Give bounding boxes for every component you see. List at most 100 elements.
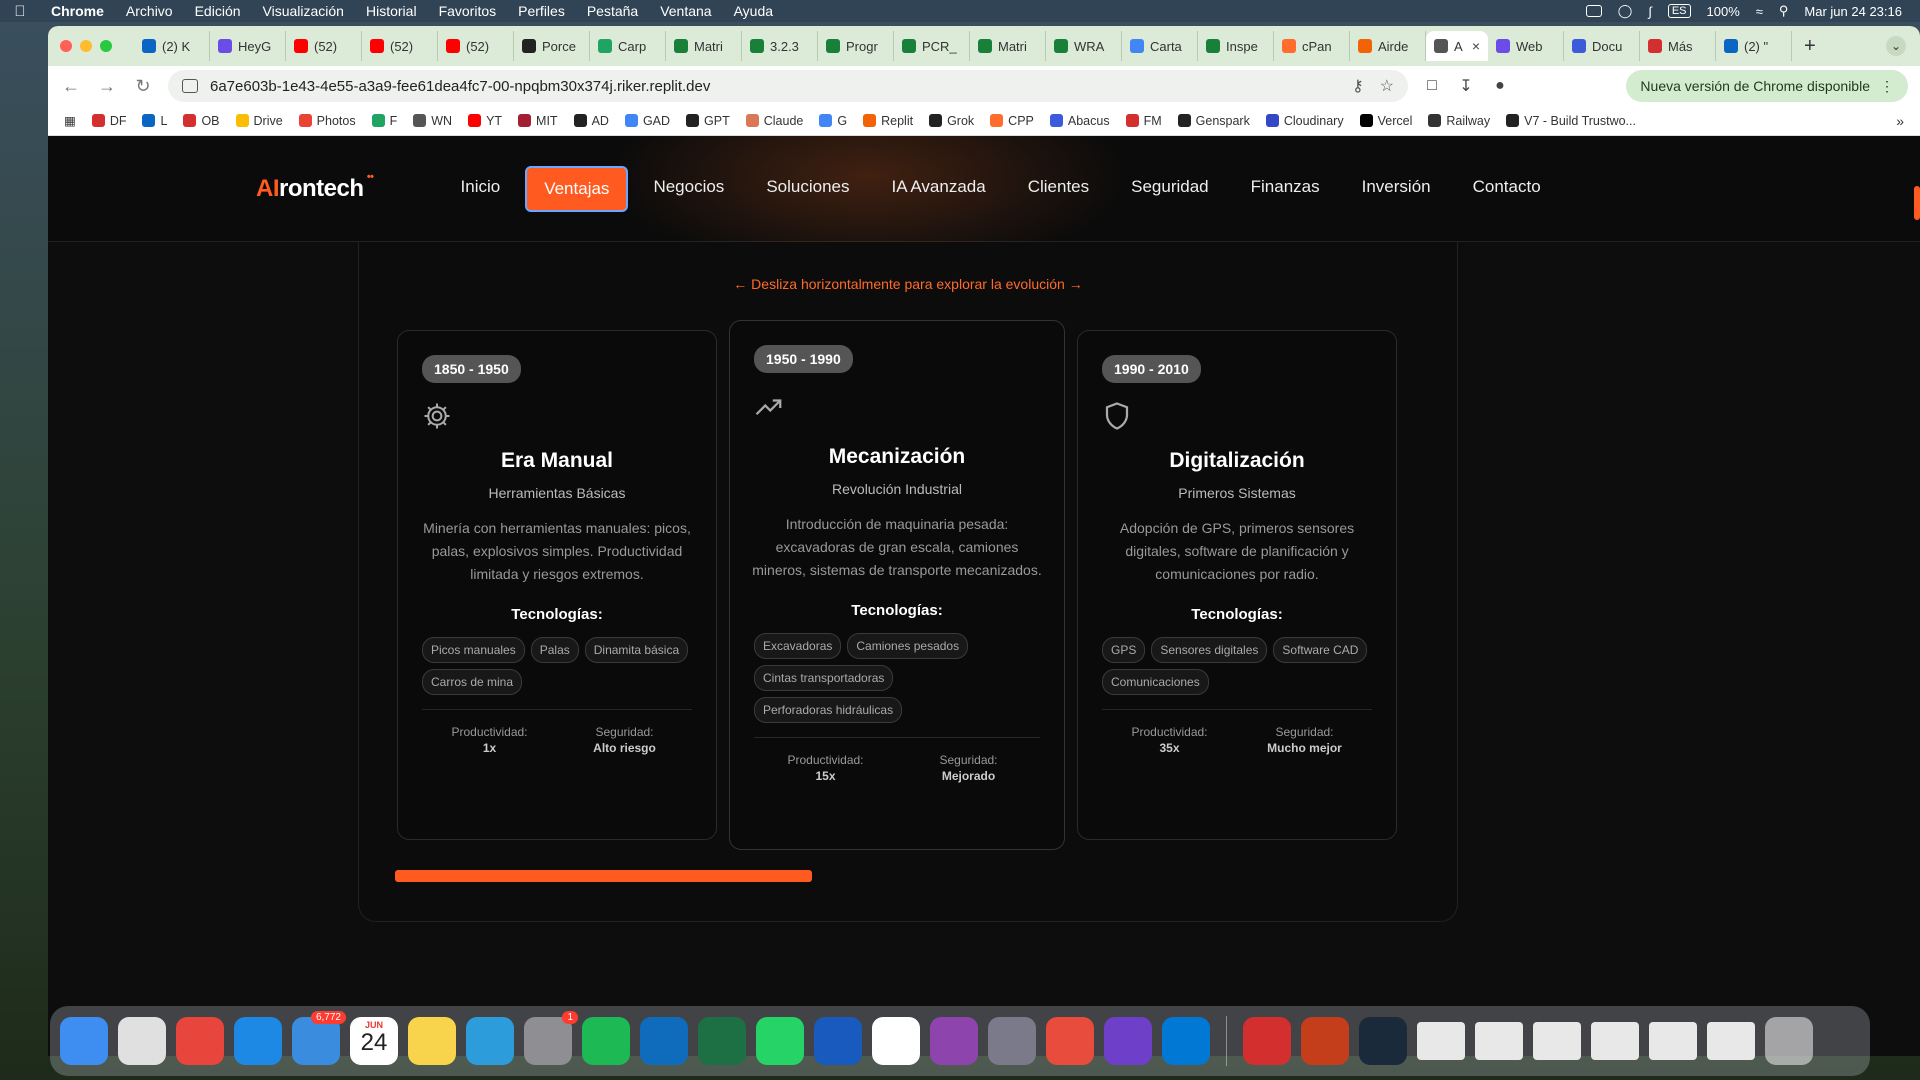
bookmark-item[interactable]: Replit [863,114,913,128]
menu-archivo[interactable]: Archivo [115,3,184,19]
keynote-icon[interactable] [466,1017,514,1065]
bookmark-item[interactable]: MIT [518,114,558,128]
bookmark-item[interactable]: FM [1125,114,1162,128]
browser-tab[interactable]: (2) " [1716,31,1792,61]
nav-item-seguridad[interactable]: Seguridad [1114,166,1226,212]
bookmark-item[interactable]: Claude [745,114,803,128]
trash-icon[interactable] [1765,1017,1813,1065]
back-arrow-icon[interactable]: ← [60,76,82,97]
tab-search-chevron-icon[interactable]: ⌄ [1886,36,1906,56]
calendar31-icon[interactable] [872,1017,920,1065]
browser-tab[interactable]: Airde [1350,31,1426,61]
bookmark-item[interactable]: G [819,114,847,128]
input-language-indicator[interactable]: ES [1667,4,1691,18]
bookmark-item[interactable]: YT [468,114,502,128]
nav-item-contacto[interactable]: Contacto [1456,166,1558,212]
quicktime-icon[interactable] [1359,1017,1407,1065]
bookmark-item[interactable]: L [142,114,167,128]
battery-percent[interactable]: 100% [1707,4,1740,19]
spotlight-search-icon[interactable]: ⚲ [1779,3,1789,19]
browser-tab[interactable]: Más [1640,31,1716,61]
url-text[interactable]: 6a7e603b-1e43-4e55-a3a9-fee61dea4fc7-00-… [210,78,710,95]
menu-app-name[interactable]: Chrome [40,3,115,19]
menu-historial[interactable]: Historial [355,3,428,19]
extensions-puzzle-icon[interactable]: □ [1422,77,1442,95]
nav-item-negocios[interactable]: Negocios [636,166,741,212]
nav-item-inversión[interactable]: Inversión [1345,166,1448,212]
headphones-icon[interactable]: ◯ [1618,3,1633,19]
horizontal-scroll-progress[interactable] [395,870,1425,882]
bookmark-item[interactable]: Cloudinary [1265,114,1344,128]
close-tab-icon[interactable]: × [1472,38,1480,54]
profile-avatar-icon[interactable]: ● [1490,77,1510,95]
bookmark-item[interactable]: DF [91,114,126,128]
maximize-window-button[interactable] [100,40,112,52]
browser-tab[interactable]: (2) K [134,31,210,61]
evolution-card-manual[interactable]: 1850 - 1950 Era Manual Herramientas Bási… [397,330,717,840]
notes-icon[interactable] [408,1017,456,1065]
page-scrollbar-thumb[interactable] [1914,186,1920,220]
menubar-clock[interactable]: Mar jun 24 23:16 [1804,4,1902,19]
bookmark-item[interactable]: Photos [298,114,356,128]
safari-icon[interactable] [234,1017,282,1065]
bookmark-item[interactable]: GAD [624,114,670,128]
bookmark-item[interactable]: Abacus [1049,114,1110,128]
more-bookmarks-icon[interactable]: » [1896,113,1904,129]
nav-item-clientes[interactable]: Clientes [1011,166,1106,212]
bookmark-item[interactable]: AD [573,114,609,128]
apple-menu-icon[interactable]:  [0,3,40,20]
bookmark-item[interactable]: Vercel [1359,114,1412,128]
powerpoint-icon[interactable] [1301,1017,1349,1065]
minimized-window-thumbnail[interactable] [1649,1022,1697,1060]
address-bar[interactable]: 6a7e603b-1e43-4e55-a3a9-fee61dea4fc7-00-… [168,70,1408,102]
password-key-icon[interactable]: ⚷ [1352,76,1364,96]
browser-tab[interactable]: HeyG [210,31,286,61]
nav-item-ia-avanzada[interactable]: IA Avanzada [874,166,1002,212]
acrobat-icon[interactable] [1243,1017,1291,1065]
browser-tab[interactable]: Carp [590,31,666,61]
chrome-update-button[interactable]: Nueva versión de Chrome disponible ⋮ [1626,70,1908,102]
vscode-icon[interactable] [1162,1017,1210,1065]
system-settings-icon[interactable]: 1 [524,1011,578,1065]
wifi-icon[interactable]: ≈ [1756,4,1763,19]
bookmark-item[interactable]: Grok [929,114,974,128]
bookmark-item[interactable]: WN [413,114,452,128]
close-window-button[interactable] [60,40,72,52]
whatsapp-icon[interactable] [756,1017,804,1065]
minimized-window-thumbnail[interactable] [1533,1022,1581,1060]
browser-tab[interactable]: Docu [1564,31,1640,61]
bookmark-item[interactable]: CPP [990,114,1034,128]
spotify-icon[interactable] [582,1017,630,1065]
calendar-icon[interactable]: JUN 24 [350,1017,398,1065]
browser-tab[interactable]: Inspe [1198,31,1274,61]
launchpad-icon[interactable] [118,1017,166,1065]
mail-icon[interactable]: 6,772 [292,1011,346,1065]
browser-tab[interactable]: cPan [1274,31,1350,61]
browser-tab[interactable]: Matri [666,31,742,61]
menu-favoritos[interactable]: Favoritos [428,3,508,19]
bookmark-item[interactable]: F [371,114,397,128]
minimized-window-thumbnail[interactable] [1707,1022,1755,1060]
nav-item-soluciones[interactable]: Soluciones [749,166,866,212]
excel-icon[interactable] [698,1017,746,1065]
bluetooth-icon[interactable]: ∫ [1648,4,1652,19]
bookmark-item[interactable]: OB [183,114,220,128]
bookmark-item[interactable]: V7 - Build Trustwo... [1506,114,1636,128]
minimized-window-thumbnail[interactable] [1475,1022,1523,1060]
site-info-icon[interactable] [182,79,198,93]
browser-tab[interactable]: Carta [1122,31,1198,61]
bookmark-item[interactable]: Railway [1428,114,1490,128]
browser-tab[interactable]: A × [1426,31,1488,61]
word-icon[interactable] [814,1017,862,1065]
browser-tab[interactable]: (52) [286,31,362,61]
minimized-window-thumbnail[interactable] [1417,1022,1465,1060]
browser-tab[interactable]: PCR_ [894,31,970,61]
menu-perfiles[interactable]: Perfiles [507,3,576,19]
menu-visualizacion[interactable]: Visualización [252,3,355,19]
pieces-icon[interactable] [1046,1017,1094,1065]
finder-icon[interactable] [60,1017,108,1065]
new-tab-button[interactable]: + [1792,35,1828,58]
bookmark-star-icon[interactable]: ☆ [1380,76,1394,96]
evolution-card-digitalization[interactable]: 1990 - 2010 Digitalización Primeros Sist… [1077,330,1397,840]
phone-mirror-icon[interactable] [988,1017,1036,1065]
